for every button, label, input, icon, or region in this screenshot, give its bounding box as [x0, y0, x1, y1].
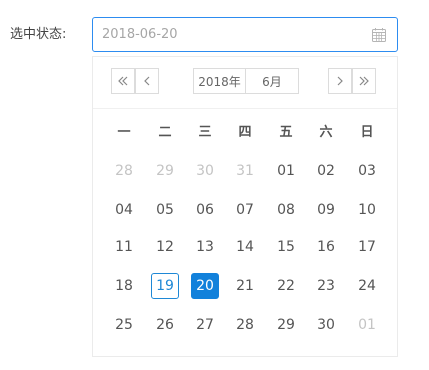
day-cell[interactable]: 12 [151, 234, 179, 260]
day-cell[interactable]: 28 [231, 312, 259, 338]
day-cell-selected[interactable]: 20 [191, 273, 219, 299]
day-cell[interactable]: 07 [231, 197, 259, 223]
month-select[interactable]: 6月 [245, 68, 299, 94]
prev-year-button[interactable] [111, 68, 135, 94]
year-select[interactable]: 2018年 [193, 68, 246, 94]
day-cell[interactable]: 11 [110, 234, 138, 260]
day-cell[interactable]: 14 [231, 234, 259, 260]
day-cell[interactable]: 21 [231, 273, 259, 299]
day-cell-other-month[interactable]: 31 [231, 158, 259, 184]
day-cell[interactable]: 10 [353, 197, 381, 223]
day-cell[interactable]: 18 [110, 273, 138, 299]
date-input-value: 2018-06-20 [102, 27, 178, 42]
day-cell[interactable]: 03 [353, 158, 381, 184]
double-chevron-right-icon [359, 76, 369, 86]
double-chevron-left-icon [118, 76, 128, 86]
day-cell-today[interactable]: 19 [151, 273, 179, 299]
day-cell[interactable]: 29 [272, 312, 300, 338]
next-month-button[interactable] [328, 68, 352, 94]
weekday-header: 一 [117, 125, 131, 140]
weekday-header: 三 [198, 125, 212, 140]
next-year-button[interactable] [352, 68, 376, 94]
weekday-header: 五 [279, 125, 293, 140]
field-label: 选中状态: [10, 27, 67, 42]
chevron-left-icon [144, 76, 150, 86]
weekday-header: 六 [319, 125, 333, 140]
weekday-header: 四 [238, 125, 252, 140]
year-label: 2018年 [198, 74, 241, 89]
day-cell[interactable]: 23 [312, 273, 340, 299]
chevron-right-icon [337, 76, 343, 86]
month-label: 6月 [262, 74, 282, 89]
date-input[interactable]: 2018-06-20 [92, 17, 398, 52]
calendar-icon[interactable] [371, 27, 387, 43]
day-cell[interactable]: 30 [312, 312, 340, 338]
day-cell[interactable]: 22 [272, 273, 300, 299]
day-cell[interactable]: 24 [353, 273, 381, 299]
day-cell[interactable]: 26 [151, 312, 179, 338]
day-cell[interactable]: 13 [191, 234, 219, 260]
weekday-header: 日 [360, 125, 374, 140]
day-cell-other-month[interactable]: 01 [353, 312, 381, 338]
day-cell[interactable]: 15 [272, 234, 300, 260]
day-cell[interactable]: 16 [312, 234, 340, 260]
day-cell[interactable]: 06 [191, 197, 219, 223]
day-cell[interactable]: 01 [272, 158, 300, 184]
day-cell[interactable]: 25 [110, 312, 138, 338]
day-cell[interactable]: 02 [312, 158, 340, 184]
calendar-popup: 2018年 6月 一 二 三 四 五 六 日 28 29 30 31 01 02 03 04 05 06 07 0… [92, 56, 398, 357]
prev-month-button[interactable] [135, 68, 159, 94]
day-cell[interactable]: 08 [272, 197, 300, 223]
day-cell[interactable]: 27 [191, 312, 219, 338]
day-cell-other-month[interactable]: 29 [151, 158, 179, 184]
header-divider [93, 108, 397, 109]
day-cell[interactable]: 09 [312, 197, 340, 223]
day-cell[interactable]: 05 [151, 197, 179, 223]
day-cell-other-month[interactable]: 28 [110, 158, 138, 184]
weekday-header: 二 [158, 125, 172, 140]
day-cell-other-month[interactable]: 30 [191, 158, 219, 184]
day-cell[interactable]: 04 [110, 197, 138, 223]
day-cell[interactable]: 17 [353, 234, 381, 260]
